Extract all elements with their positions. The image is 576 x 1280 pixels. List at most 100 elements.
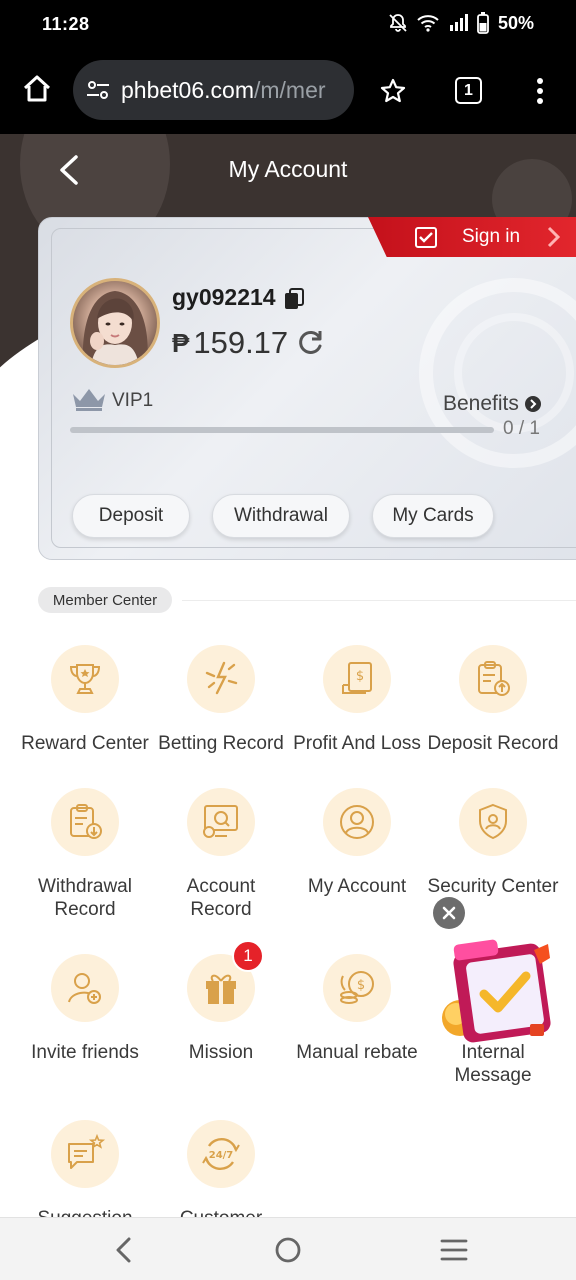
clipboard-upload-icon [478,661,510,696]
status-time: 11:28 [42,14,90,34]
coins-icon: $ [340,971,374,1004]
nav-home-icon[interactable] [274,1236,302,1264]
menu-item-deposit-record[interactable]: Deposit Record [424,645,564,785]
more-menu-icon[interactable] [536,77,544,105]
lightning-icon [205,661,238,695]
menu-item-manual-rebate[interactable]: $ Manual rebate [288,954,428,1094]
menu-item-label: Profit And Loss [293,733,421,754]
mute-bell-icon [389,14,407,32]
chevron-right-icon [547,226,561,248]
nav-recents-icon[interactable] [440,1238,468,1262]
monitor-search-icon [203,805,238,838]
trophy-icon [69,664,101,694]
support-247-icon: 24/7 [202,1137,240,1171]
checkin-promo-icon[interactable] [436,936,560,1048]
divider [182,600,576,601]
my-cards-button[interactable]: My Cards [372,494,494,538]
bookmark-star-icon[interactable] [380,78,406,104]
url-domain: phbet06.com [121,76,254,103]
close-icon [442,906,456,920]
svg-text:$: $ [356,669,364,684]
balance: ₱ 159.17 [172,325,324,361]
menu-item-label: Invite friends [31,1042,139,1063]
menu-item-label: Deposit Record [427,733,559,754]
wifi-icon [417,15,439,32]
monitor-search-icon-wrap [187,788,255,856]
site-settings-icon[interactable] [85,77,111,103]
menu-item-label: Reward Center [21,733,149,754]
username: gy092214 [172,284,276,310]
shield-user-icon-wrap [459,788,527,856]
menu-item-mission[interactable]: Mission [152,954,292,1094]
vip-level: VIP1 [112,390,154,411]
svg-text:24/7: 24/7 [209,1150,234,1161]
withdrawal-button[interactable]: Withdrawal [212,494,350,538]
menu-item-invite-friends[interactable]: Invite friends [16,954,156,1094]
menu-item-my-account[interactable]: My Account [288,788,428,928]
shield-user-icon [479,803,507,840]
member-center-tag: Member Center [38,587,172,613]
menu-item-label: Withdrawal Record [38,876,132,920]
user-add-icon-wrap [51,954,119,1022]
menu-item-reward-center[interactable]: Reward Center [16,645,156,785]
menu-item-label: My Account [307,876,407,897]
url-text: phbet06.com/m/mer [121,77,326,104]
user-circle-icon [340,805,374,839]
page: 11:28 50% phbet06.com/m/mer 1 My Account [0,0,576,1280]
home-icon[interactable] [22,74,52,104]
url-bar[interactable]: phbet06.com/m/mer [73,60,354,120]
trophy-icon-wrap [51,645,119,713]
battery-icon [477,12,489,34]
menu-item-label: Security Center [427,876,559,897]
close-promo-button[interactable] [433,897,465,929]
menu-item-label: Manual rebate [296,1042,418,1063]
currency-symbol: ₱ [172,327,190,358]
receipt-icon: $ [342,662,372,694]
signal-icon [449,14,468,31]
clipboard-download-icon-wrap [51,788,119,856]
copy-icon[interactable] [284,288,304,310]
menu-item-label: Mission [188,1042,254,1063]
gift-icon [206,974,236,1004]
tabs-button[interactable]: 1 [455,77,482,104]
menu-item-profit-and-loss[interactable]: $ Profit And Loss [288,645,428,785]
clipboard-upload-icon-wrap [459,645,527,713]
user-add-icon [68,973,101,1004]
battery-percent: 50% [497,12,534,33]
sign-in-label: Sign in [462,226,521,247]
benefits-link[interactable]: Benefits [443,392,541,416]
avatar[interactable] [70,278,160,368]
tab-count: 1 [464,81,473,99]
menu-item-label: Account Record [186,876,256,920]
user-circle-icon-wrap [323,788,391,856]
url-path: /m/mer [253,76,326,103]
status-bar: 11:28 50% [0,0,576,50]
sign-in-button[interactable]: Sign in [368,217,576,257]
menu-item-account-record[interactable]: Account Record [152,788,292,928]
menu-item-betting-record[interactable]: Betting Record [152,645,292,785]
chevron-circle-icon [524,396,541,412]
refresh-icon[interactable] [296,329,324,357]
svg-text:$: $ [357,978,365,993]
balance-amount: 159.17 [193,325,289,360]
crown-icon [73,389,105,411]
menu-item-withdrawal-record[interactable]: Withdrawal Record [16,788,156,928]
deposit-button[interactable]: Deposit [72,494,190,538]
avatar-portrait [82,291,148,365]
calendar-check-icon [415,227,437,248]
system-nav-bar [0,1217,576,1280]
browser-toolbar: phbet06.com/m/mer 1 [0,50,576,134]
menu-item-label: Betting Record [158,733,284,754]
chat-star-icon [68,1133,106,1169]
clipboard-download-icon [70,804,102,839]
support-247-icon-wrap: 24/7 [187,1120,255,1188]
vip-progress-bar [70,427,494,433]
nav-back-icon[interactable] [112,1236,134,1264]
receipt-icon-wrap: $ [323,645,391,713]
status-icons: 50% [388,12,534,34]
benefits-label: Benefits [443,392,519,415]
page-title: My Account [228,156,348,182]
lightning-icon-wrap [187,645,255,713]
mission-badge: 1 [232,940,264,972]
coins-icon-wrap: $ [323,954,391,1022]
